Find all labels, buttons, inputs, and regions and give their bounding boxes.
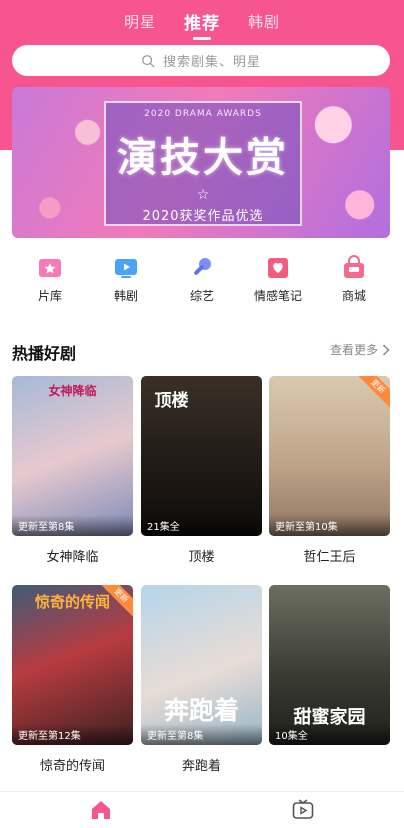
banner-awards-text: 2020 DRAMA AWARDS [144, 109, 262, 119]
drama-card[interactable]: 更新 更新至第10集 哲仁王后 [269, 376, 390, 565]
top-tabs: 明星 推荐 韩剧 [0, 8, 404, 34]
banner-frame: 2020 DRAMA AWARDS 演技大赏 ☆ 2020获奖作品优选 [104, 101, 302, 226]
quick-nav-variety[interactable]: 综艺 [170, 255, 234, 311]
banner-subtitle: 2020获奖作品优选 [142, 209, 264, 224]
search-icon [142, 54, 155, 67]
quick-nav-label: 情感笔记 [253, 289, 302, 303]
tab-kdrama[interactable]: 韩剧 [248, 11, 280, 32]
drama-poster: 女神降临 更新至第8集 [12, 376, 133, 536]
poster-title: 奔跑着 [163, 696, 239, 725]
quick-nav-label: 韩剧 [113, 289, 138, 303]
microphone-icon [194, 258, 211, 275]
episode-status: 更新至第8集 [12, 515, 133, 536]
episode-status: 更新至第10集 [269, 515, 390, 536]
play-tv-icon [115, 259, 137, 278]
drama-card[interactable]: 甜蜜家园 10集全 [269, 585, 390, 755]
tv-play-icon [292, 799, 314, 819]
search-bar[interactable]: 搜索剧集、明星 [12, 45, 390, 76]
drama-poster: 甜蜜家园 10集全 [269, 585, 390, 745]
quick-nav-shop[interactable]: 商城 [322, 255, 386, 311]
shop-bag-icon [344, 255, 364, 278]
quick-nav-label: 片库 [37, 289, 62, 303]
drama-card[interactable]: 女神降临 更新至第8集 女神降临 [12, 376, 133, 565]
home-icon [92, 801, 110, 819]
drama-title: 惊奇的传闻 [39, 759, 105, 774]
heart-note-icon [268, 258, 288, 278]
view-more-link[interactable]: 查看更多 [330, 341, 390, 358]
chevron-right-icon [382, 343, 390, 356]
quick-nav-library[interactable]: 片库 [18, 255, 82, 311]
star-folder-icon [39, 259, 61, 277]
quick-nav-label: 综艺 [189, 289, 214, 303]
drama-card[interactable]: 顶楼 21集全 顶楼 [141, 376, 262, 565]
section-title: 热播好剧 [12, 344, 77, 363]
drama-title: 顶楼 [188, 550, 215, 565]
drama-poster: 更新 更新至第10集 [269, 376, 390, 536]
banner-headline: 演技大赏 [117, 134, 289, 181]
episode-status: 10集全 [269, 724, 390, 745]
tab-recommend[interactable]: 推荐 [184, 9, 220, 34]
drama-title: 女神降临 [46, 550, 99, 565]
episode-status: 21集全 [141, 515, 262, 536]
view-more-label: 查看更多 [329, 343, 378, 357]
drama-poster: 奔跑着 更新至第8集 [141, 585, 262, 745]
drama-card[interactable]: 奔跑着 更新至第8集 奔跑着 [141, 585, 262, 774]
quick-nav-notes[interactable]: 情感笔记 [246, 255, 310, 311]
drama-card[interactable]: 更新 惊奇的传闻 更新至第12集 惊奇的传闻 [12, 585, 133, 774]
update-badge: 更新 [355, 376, 390, 410]
poster-title: 顶楼 [154, 391, 189, 411]
search-placeholder: 搜索剧集、明星 [162, 55, 261, 70]
bottom-nav-home[interactable] [89, 798, 113, 822]
poster-title: 惊奇的传闻 [34, 593, 110, 611]
drama-poster: 顶楼 21集全 [141, 376, 262, 536]
quick-nav: 片库 韩剧 综艺 情感笔记 商城 [0, 255, 404, 311]
bottom-nav [0, 791, 404, 828]
drama-title: 奔跑着 [181, 759, 221, 774]
quick-nav-label: 商城 [341, 289, 366, 303]
poster-title: 女神降临 [48, 384, 97, 398]
drama-title: 哲仁王后 [303, 550, 356, 565]
episode-status: 更新至第12集 [12, 724, 133, 745]
episode-status: 更新至第8集 [141, 724, 262, 745]
quick-nav-kdrama[interactable]: 韩剧 [94, 255, 158, 311]
tab-stars[interactable]: 明星 [124, 11, 156, 32]
promo-banner[interactable]: 2020 DRAMA AWARDS 演技大赏 ☆ 2020获奖作品优选 [12, 87, 390, 238]
drama-poster: 更新 惊奇的传闻 更新至第12集 [12, 585, 133, 745]
star-icon: ☆ [196, 187, 210, 203]
bottom-nav-tv[interactable] [291, 798, 315, 822]
